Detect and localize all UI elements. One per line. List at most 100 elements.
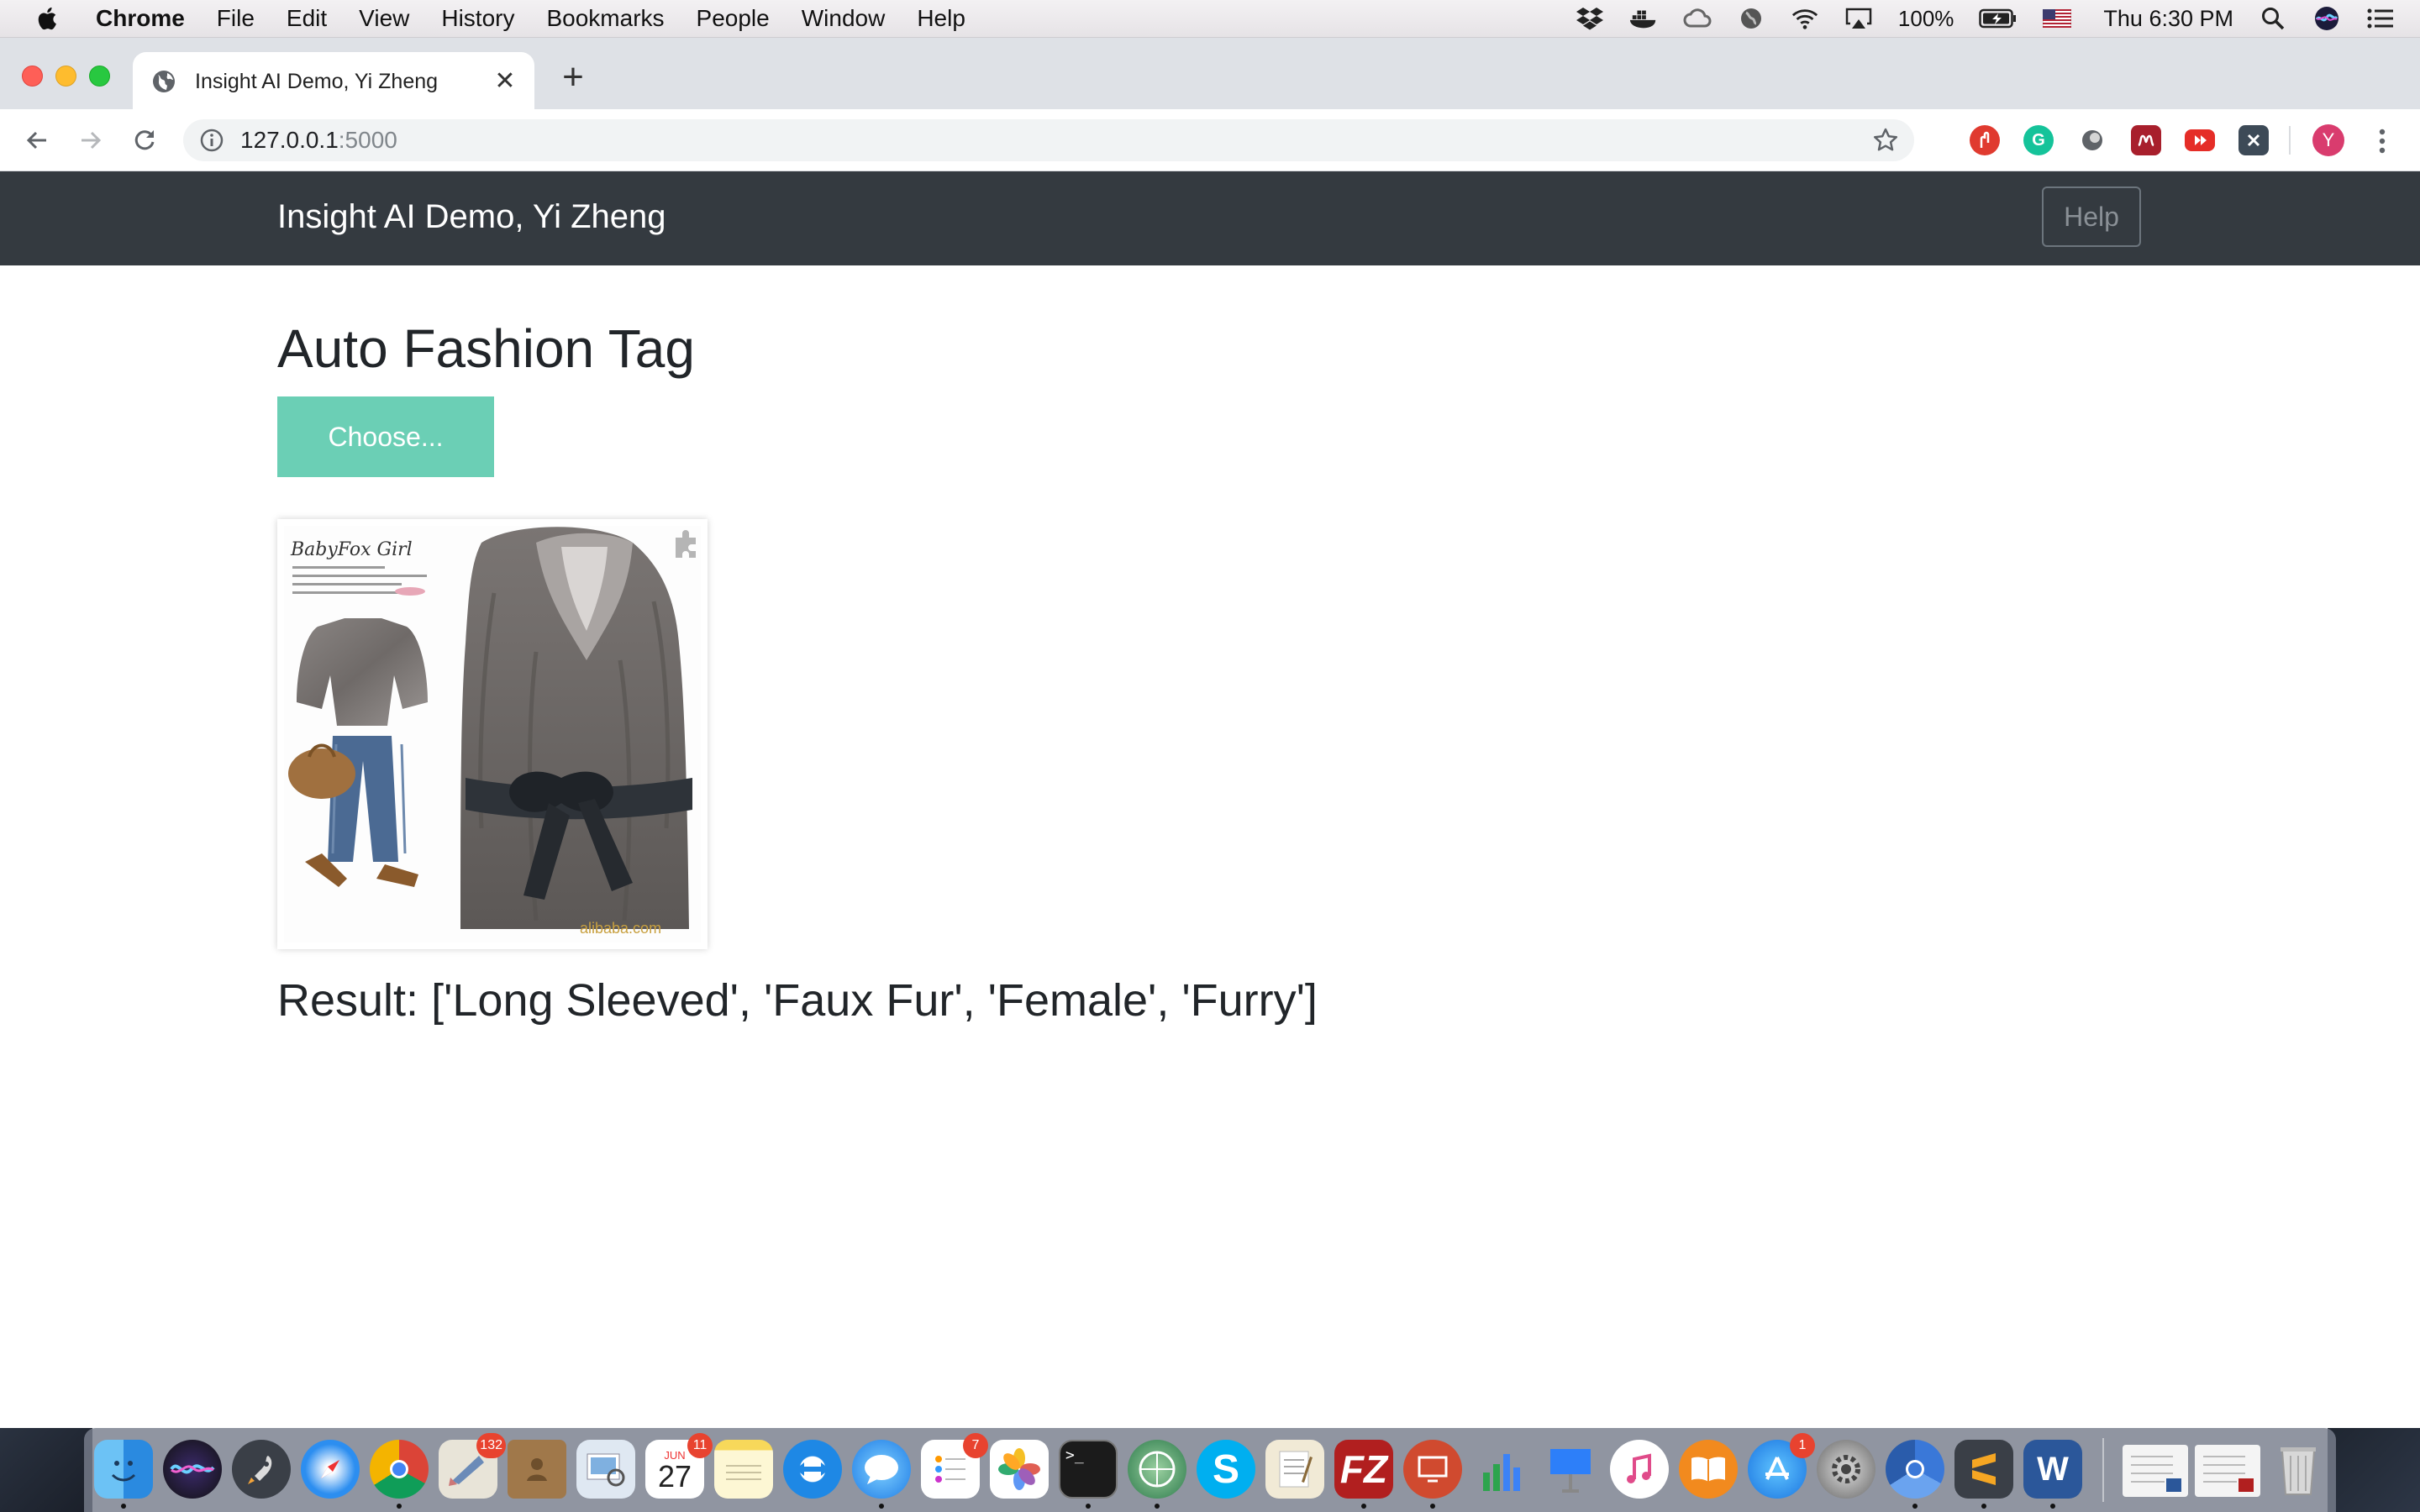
skype-icon[interactable]: S [1197,1440,1255,1499]
browser-tab-active[interactable]: Insight AI Demo, Yi Zheng ✕ [133,52,534,111]
remote-desktop-running-dot [1430,1504,1435,1509]
dropbox-icon[interactable] [1576,6,1604,31]
youtube-extension-icon[interactable] [2185,129,2215,151]
system-preferences-icon[interactable] [1817,1440,1876,1499]
safari-icon[interactable] [301,1440,360,1499]
contacts-icon[interactable] [508,1440,566,1499]
mendeley-extension-icon[interactable] [2131,125,2161,155]
teamviewer-icon[interactable] [783,1440,842,1499]
filezilla-icon[interactable]: FZ [1334,1440,1393,1499]
recent-document-word-icon[interactable] [2123,1445,2188,1497]
window-minimize-button[interactable] [55,66,76,87]
battery-icon[interactable] [1979,6,2018,31]
reminders-icon[interactable]: 7 [921,1433,988,1499]
tab-close-icon[interactable]: ✕ [491,67,519,96]
textedit-icon[interactable] [1265,1440,1324,1499]
menu-window[interactable]: Window [802,5,886,32]
desktop-background-right [2328,1428,2420,1512]
airplay-icon[interactable] [1844,6,1873,31]
window-zoom-button[interactable] [89,66,110,87]
terminal-icon[interactable]: >_ [1059,1440,1118,1499]
menu-file[interactable]: File [217,5,255,32]
network-radar-icon[interactable] [1128,1440,1186,1499]
window-close-button[interactable] [22,66,43,87]
menu-app-name[interactable]: Chrome [96,5,185,32]
chrome-dock-icon[interactable] [370,1440,429,1499]
terminal-running-dot [1086,1504,1091,1509]
chrome-menu-icon[interactable] [2368,124,2396,158]
page-title: Auto Fashion Tag [277,318,695,379]
remote-desktop-icon[interactable] [1403,1440,1462,1499]
app-store-badge: 1 [1790,1433,1815,1458]
launchpad-icon[interactable] [232,1440,291,1499]
choose-file-button[interactable]: Choose... [277,396,494,477]
help-button[interactable]: Help [2042,186,2141,247]
finder-running-dot [121,1504,126,1509]
menu-help[interactable]: Help [917,5,965,32]
menu-view[interactable]: View [359,5,409,32]
macos-dock: 132 JUN 27 11 7 >_ S FZ 1 W [84,1428,2336,1512]
microsoft-word-icon[interactable]: W [2023,1440,2082,1499]
image-watermark: alibaba.com [580,920,661,937]
messages-icon[interactable] [852,1440,911,1499]
calendar-day: 27 [657,1458,692,1494]
battery-percent: 100% [1897,5,1954,31]
chrome-canary-running-dot [1912,1504,1918,1509]
apple-menu-icon[interactable] [34,4,62,33]
new-tab-button[interactable]: + [556,59,590,96]
browser-toolbar: 127.0.0.1:5000 G Y [0,109,2420,171]
chrome-canary-icon[interactable] [1886,1440,1944,1499]
desktop-background-left [0,1428,92,1512]
menu-edit[interactable]: Edit [287,5,327,32]
filezilla-running-dot [1361,1504,1366,1509]
preview-icon[interactable] [576,1440,635,1499]
bookmark-star-icon[interactable] [1872,127,1899,154]
menu-people[interactable]: People [697,5,770,32]
docker-icon[interactable] [1629,6,1658,31]
fur-coat-product-image: BabyFox Girl alibaba.com [284,526,701,942]
siri-icon[interactable] [2312,6,2341,31]
grey-circle-extension-icon[interactable] [2077,125,2107,155]
messages-running-dot [879,1504,884,1509]
menu-history[interactable]: History [441,5,514,32]
calendar-icon[interactable]: JUN 27 11 [645,1433,713,1499]
photos-icon[interactable] [990,1440,1049,1499]
navbar-brand[interactable]: Insight AI Demo, Yi Zheng [277,198,666,236]
mail-icon[interactable]: 132 [439,1433,506,1499]
prediction-result: Result: ['Long Sleeved', 'Faux Fur', 'Fe… [277,975,1318,1026]
creative-cloud-icon[interactable] [1683,6,1712,31]
x-extension-icon[interactable] [2238,125,2269,155]
vpn-globe-icon[interactable] [1737,6,1765,31]
wifi-icon[interactable] [1791,6,1819,31]
menu-clock[interactable]: Thu 6:30 PM [2103,6,2233,32]
finder-icon[interactable] [94,1440,153,1499]
back-button[interactable] [18,122,55,159]
reload-button[interactable] [126,122,163,159]
grammarly-extension-icon[interactable]: G [2023,125,2054,155]
forward-button[interactable] [72,122,109,159]
us-flag-icon[interactable] [2043,6,2072,31]
notes-icon[interactable] [714,1440,773,1499]
trash-icon[interactable] [2269,1440,2328,1499]
site-info-icon[interactable] [198,127,225,154]
globe-favicon-icon [153,71,175,92]
menu-bookmarks[interactable]: Bookmarks [546,5,664,32]
notification-center-icon[interactable] [2366,6,2395,31]
recent-document-filezilla-icon[interactable] [2195,1445,2260,1497]
address-host: 127.0.0.1 [240,127,339,153]
network-running-dot [1155,1504,1160,1509]
numbers-icon[interactable] [1472,1440,1531,1499]
adblock-extension-icon[interactable] [1970,125,2000,155]
ibooks-icon[interactable] [1679,1440,1738,1499]
itunes-icon[interactable] [1610,1440,1669,1499]
keynote-icon[interactable] [1541,1440,1600,1499]
profile-avatar[interactable]: Y [2312,124,2344,156]
siri-dock-icon[interactable] [163,1440,222,1499]
spotlight-search-icon[interactable] [2259,6,2287,31]
mail-badge: 132 [476,1433,506,1458]
toolbar-divider [2289,126,2291,155]
address-bar[interactable]: 127.0.0.1:5000 [183,119,1914,161]
sublime-running-dot [1981,1504,1986,1509]
sublime-text-icon[interactable] [1954,1440,2013,1499]
app-store-icon[interactable]: 1 [1748,1433,1815,1499]
